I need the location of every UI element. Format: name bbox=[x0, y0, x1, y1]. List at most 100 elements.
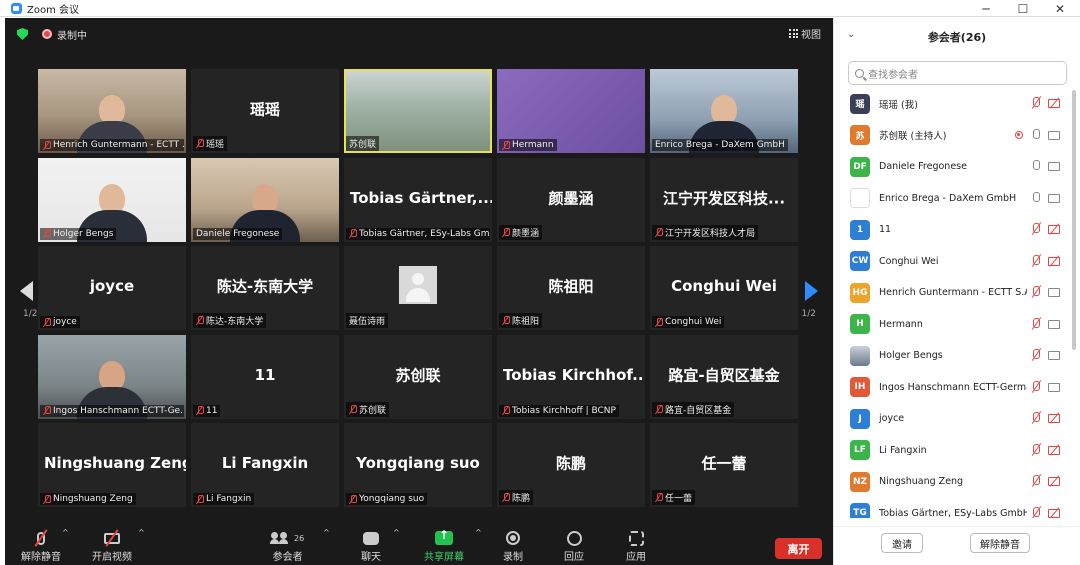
video-on-icon bbox=[1048, 381, 1060, 393]
chat-options-caret[interactable]: ^ bbox=[393, 528, 400, 537]
video-tile[interactable]: Holger Bengs bbox=[38, 157, 186, 242]
tile-label-text: 路宜-自贸区基金 bbox=[665, 405, 732, 416]
participant-name: Daniele Fregonese bbox=[879, 161, 967, 173]
participants-options-caret[interactable]: ^ bbox=[323, 528, 330, 537]
video-tile[interactable]: 苏创联 苏创联 bbox=[344, 334, 492, 419]
mic-muted-icon bbox=[655, 404, 663, 414]
next-page-arrow-icon[interactable] bbox=[805, 281, 818, 301]
participant-row[interactable]: IH Ingos Hanschmann ECTT-Germa... bbox=[834, 372, 1074, 404]
record-button[interactable]: 录制 bbox=[503, 528, 523, 563]
share-options-caret[interactable]: ^ bbox=[475, 528, 482, 537]
reactions-button[interactable]: 回应 bbox=[564, 528, 584, 563]
video-tile[interactable]: 聂伍诗雨 bbox=[344, 246, 492, 330]
participant-row[interactable]: J joyce bbox=[834, 403, 1074, 435]
video-tile-active-speaker[interactable]: 苏创联 bbox=[344, 69, 492, 153]
share-screen-button[interactable]: 共享屏幕 bbox=[424, 528, 464, 563]
video-tile[interactable]: Tobias Gärtner,... Tobias Gärtner, ESy-L… bbox=[344, 157, 492, 242]
video-tile[interactable]: 瑶瑶 瑶瑶 bbox=[191, 69, 339, 153]
tile-label-text: 苏创联 bbox=[359, 405, 387, 416]
video-tile[interactable]: Tobias Kirchhof... Tobias Kirchhoff | BC… bbox=[497, 334, 645, 419]
video-tile[interactable]: Ningshuang Zeng Ningshuang Zeng bbox=[38, 423, 186, 507]
tile-label: 陈达-东南大学 bbox=[193, 313, 267, 328]
participant-row[interactable]: 苏 苏创联 (主持人) bbox=[834, 120, 1074, 152]
tile-display-name: Tobias Kirchhof... bbox=[503, 365, 645, 384]
participant-row[interactable]: Enrico Brega - DaXem GmbH bbox=[834, 183, 1074, 215]
video-tile[interactable]: 陈达-东南大学 陈达-东南大学 bbox=[191, 246, 339, 330]
invite-button[interactable]: 邀请 bbox=[881, 533, 923, 553]
video-tile[interactable]: Ingos Hanschmann ECTT-Ge... bbox=[38, 334, 186, 419]
chat-button[interactable]: 聊天 bbox=[361, 528, 381, 563]
participant-row[interactable]: DF Daniele Fregonese bbox=[834, 151, 1074, 183]
close-window-button[interactable]: ✕ bbox=[1042, 0, 1078, 17]
participants-button[interactable]: 26 参会者 bbox=[270, 528, 304, 563]
participant-row[interactable]: Holger Bengs bbox=[834, 340, 1074, 372]
video-tile[interactable]: Conghui Wei Conghui Wei bbox=[650, 246, 798, 330]
unmute-label: 解除静音 bbox=[21, 552, 61, 563]
previous-page-arrow-icon[interactable] bbox=[20, 281, 33, 301]
tile-label: Hermann bbox=[499, 139, 557, 151]
participant-row[interactable]: HG Henrich Guntermann - ECTT S.A. bbox=[834, 277, 1074, 309]
panel-title: 参会者(26) bbox=[927, 31, 987, 44]
video-tile[interactable]: Enrico Brega - DaXem GmbH bbox=[650, 69, 798, 153]
mic-muted-icon bbox=[655, 317, 663, 327]
video-tile[interactable]: 陈鹏 陈鹏 bbox=[497, 423, 645, 507]
mic-muted-icon bbox=[502, 227, 510, 237]
minimize-button[interactable]: ─ bbox=[968, 0, 1004, 17]
participant-name: Hermann bbox=[879, 318, 923, 330]
tile-label: 路宜-自贸区基金 bbox=[652, 401, 735, 417]
mic-muted-icon bbox=[1030, 412, 1042, 424]
participant-row[interactable]: CW Conghui Wei bbox=[834, 246, 1074, 278]
video-tile[interactable]: 11 11 bbox=[191, 334, 339, 419]
security-shield-icon[interactable] bbox=[17, 28, 28, 40]
tile-display-name: Li Fangxin bbox=[221, 454, 309, 473]
avatar: 1 bbox=[850, 219, 870, 240]
video-tile[interactable]: Li Fangxin Li Fangxin bbox=[191, 423, 339, 507]
video-tile[interactable]: Yongqiang suo Yongqiang suo bbox=[344, 423, 492, 507]
video-tile[interactable]: 任一蕾 任一蕾 bbox=[650, 423, 798, 507]
participant-search-input[interactable]: 查找参会者 bbox=[848, 61, 1067, 85]
unmute-me-button[interactable]: 解除静音 bbox=[970, 533, 1030, 553]
search-placeholder: 查找参会者 bbox=[868, 69, 918, 81]
tile-label-text: 11 bbox=[206, 405, 218, 416]
audio-options-caret[interactable]: ^ bbox=[62, 528, 69, 537]
tile-display-name: joyce bbox=[89, 277, 135, 296]
video-on-icon bbox=[1048, 286, 1060, 298]
video-tile[interactable]: Henrich Guntermann - ECTT ... bbox=[38, 69, 186, 153]
start-video-button[interactable]: 开启视频 bbox=[92, 528, 132, 563]
mic-muted-icon bbox=[349, 404, 357, 414]
participant-row[interactable]: LF Li Fangxin bbox=[834, 435, 1074, 467]
video-tile[interactable]: 颜墨涵 颜墨涵 bbox=[497, 157, 645, 242]
tile-display-name: 路宜-自贸区基金 bbox=[668, 365, 780, 384]
participant-row[interactable]: 瑶 瑶瑶 (我) bbox=[834, 88, 1074, 120]
leave-meeting-button[interactable]: 离开 bbox=[775, 538, 822, 559]
video-options-caret[interactable]: ^ bbox=[138, 528, 145, 537]
participant-row[interactable]: TG Tobias Gärtner, ESy-Labs GmbH bbox=[834, 498, 1074, 518]
tile-label: Tobias Kirchhoff | BCNP bbox=[499, 404, 619, 417]
view-button[interactable]: 视图 bbox=[789, 26, 821, 41]
participant-list-scrollbar[interactable] bbox=[1072, 90, 1076, 350]
panel-header: ⌄ 参会者(26) bbox=[834, 18, 1080, 56]
video-tile[interactable]: 江宁开发区科技... 江宁开发区科技人才局 bbox=[650, 157, 798, 242]
unmute-button[interactable]: 解除静音 bbox=[21, 528, 61, 563]
participant-row[interactable]: H Hermann bbox=[834, 309, 1074, 341]
video-tile[interactable]: Daniele Fregonese bbox=[191, 157, 339, 242]
tile-label-text: 陈达-东南大学 bbox=[206, 317, 264, 327]
video-tile[interactable]: Hermann bbox=[497, 69, 645, 153]
video-tile[interactable]: 路宜-自贸区基金 路宜-自贸区基金 bbox=[650, 334, 798, 419]
video-tile[interactable]: joyce joyce bbox=[38, 246, 186, 330]
participant-name: 11 bbox=[879, 224, 892, 236]
apps-button[interactable]: 应用 bbox=[626, 528, 646, 563]
tile-label-text: Holger Bengs bbox=[53, 228, 114, 239]
tile-label: 苏创联 bbox=[346, 401, 390, 417]
tile-label: Holger Bengs bbox=[40, 227, 117, 240]
participant-row[interactable]: NZ Ningshuang Zeng bbox=[834, 466, 1074, 498]
avatar: 瑶 bbox=[850, 93, 870, 114]
mic-muted-icon bbox=[502, 493, 510, 502]
tile-label-text: 任一蕾 bbox=[665, 494, 693, 504]
video-tile[interactable]: 陈祖阳 陈祖阳 bbox=[497, 246, 645, 330]
grid-view-icon bbox=[789, 29, 798, 38]
maximize-button[interactable]: ☐ bbox=[1005, 0, 1041, 17]
tile-label: Ningshuang Zeng bbox=[40, 493, 136, 505]
participant-row[interactable]: 1 11 bbox=[834, 214, 1074, 246]
tile-label-text: Tobias Kirchhoff | BCNP bbox=[512, 405, 616, 416]
